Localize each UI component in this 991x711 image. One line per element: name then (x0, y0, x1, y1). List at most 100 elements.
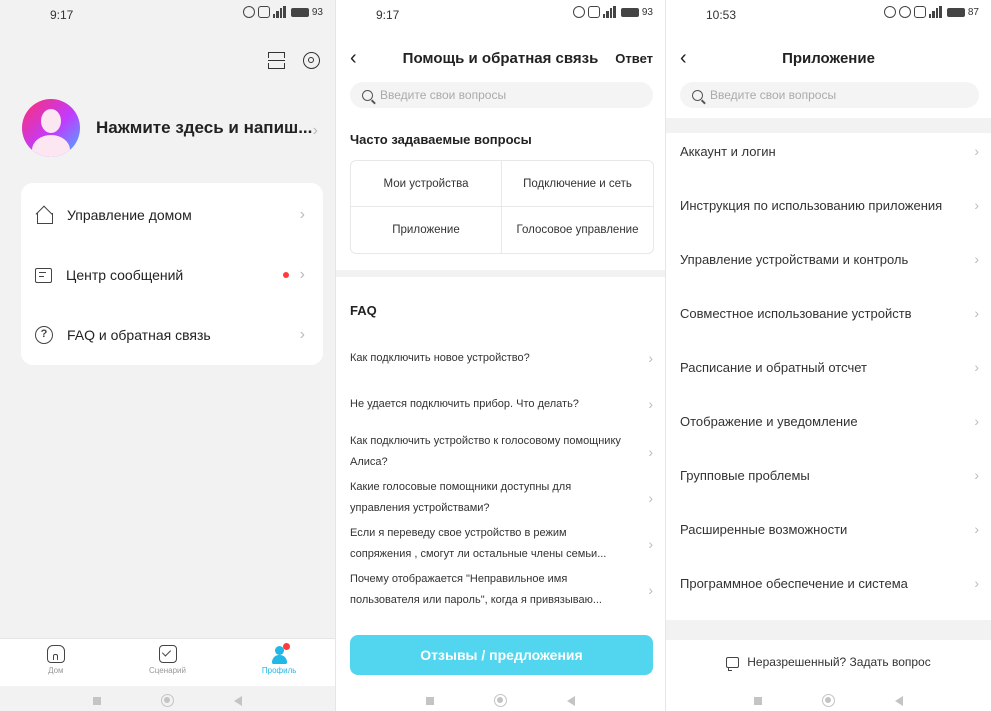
ask-question-button[interactable]: Неразрешенный? Задать вопрос (666, 648, 991, 676)
chevron-right-icon: › (299, 266, 305, 283)
battery-level: 93 (641, 6, 653, 18)
status-bar: 9:17 93 (336, 0, 665, 30)
profile-name: Нажмите здесь и напиш... (96, 118, 313, 137)
category-label: Совместное использование устройств (680, 305, 912, 321)
back-nav-icon[interactable] (895, 695, 903, 706)
list-item[interactable]: Не удается подключить прибор. Что делать… (350, 379, 653, 429)
recent-apps-icon[interactable] (426, 696, 434, 705)
category-app[interactable]: Приложение (351, 207, 502, 253)
question-text: Почему отображается "Неправильное имя по… (350, 573, 602, 606)
list-item[interactable]: Как подключить устройство к голосовому п… (350, 429, 653, 475)
tab-label: Сценарий (149, 666, 186, 675)
chevron-right-icon: › (974, 359, 979, 375)
chevron-right-icon: › (648, 349, 653, 366)
list-item[interactable]: Совместное использование устройств › (680, 286, 979, 340)
signal-icon (928, 6, 942, 18)
battery-level: 87 (967, 6, 979, 18)
chevron-right-icon: › (648, 395, 653, 412)
search-icon (362, 89, 373, 101)
recent-apps-icon[interactable] (754, 696, 762, 705)
chevron-right-icon: › (974, 197, 979, 213)
category-label: Программное обеспечение и система (680, 575, 908, 591)
list-item[interactable]: Групповые проблемы › (680, 448, 979, 502)
search-bar[interactable] (680, 82, 979, 108)
menu-item-message-center[interactable]: Центр сообщений › (21, 245, 323, 305)
chevron-right-icon: › (299, 206, 305, 223)
faq-section-title: Часто задаваемые вопросы (350, 132, 532, 147)
tab-label: Дом (48, 666, 64, 675)
list-item[interactable]: Расширенные возможности › (680, 502, 979, 556)
home-nav-icon[interactable] (494, 694, 507, 707)
list-item[interactable]: Как подключить новое устройство? › (350, 337, 653, 379)
status-icons: 87 (883, 6, 979, 18)
feedback-button[interactable]: Отзывы / предложения (350, 635, 653, 675)
category-voice-control[interactable]: Голосовое управление (502, 207, 653, 253)
headphones-icon (883, 6, 896, 18)
status-bar: 10:53 87 (666, 0, 991, 30)
tab-scenarios[interactable]: Сценарий (112, 639, 224, 686)
list-item[interactable]: Управление устройствами и контроль › (680, 232, 979, 286)
header: ‹ Приложение (666, 44, 991, 76)
search-input[interactable] (380, 88, 620, 102)
chevron-right-icon: › (648, 443, 653, 460)
list-item[interactable]: Почему отображается "Неправильное имя по… (350, 567, 653, 613)
list-item[interactable]: Инструкция по использованию приложения › (680, 178, 979, 232)
help-feedback-screen: 9:17 93 ‹ Помощь и обратная связь Ответ … (335, 0, 665, 711)
back-nav-icon[interactable] (567, 695, 575, 706)
battery-icon (620, 7, 639, 17)
category-my-devices[interactable]: Мои устройства (351, 161, 502, 207)
scan-icon[interactable] (268, 52, 285, 69)
status-time: 10:53 (706, 8, 737, 22)
category-connection-network[interactable]: Подключение и сеть (502, 161, 653, 207)
home-nav-icon[interactable] (822, 694, 835, 707)
app-faq-screen: 10:53 87 ‹ Приложение Аккаунт и логин › … (665, 0, 991, 711)
search-bar[interactable] (350, 82, 653, 108)
section-divider (666, 620, 991, 640)
avatar[interactable] (22, 99, 80, 157)
question-text: Если я переведу свое устройство в режим … (350, 527, 607, 560)
notification-icon (587, 6, 600, 18)
search-input[interactable] (710, 88, 950, 102)
menu-item-home-management[interactable]: Управление домом › (21, 185, 323, 245)
home-nav-icon[interactable] (161, 694, 174, 707)
system-nav-bar (666, 690, 991, 711)
top-actions (268, 52, 320, 69)
status-bar: 9:17 93 (0, 0, 335, 30)
chat-icon (726, 656, 740, 671)
list-item[interactable]: Программное обеспечение и система › (680, 556, 979, 610)
list-item[interactable]: Если я переведу свое устройство в режим … (350, 521, 653, 567)
status-time: 9:17 (376, 8, 400, 22)
back-nav-icon[interactable] (234, 695, 242, 706)
bottom-tab-bar: Дом Сценарий Профиль (0, 638, 335, 686)
chevron-right-icon: › (974, 413, 979, 429)
chevron-right-icon: › (648, 581, 653, 598)
list-item[interactable]: Отображение и уведомление › (680, 394, 979, 448)
alarm-icon (898, 6, 911, 18)
battery-icon (290, 7, 309, 17)
faq-question-list: Как подключить новое устройство? › Не уд… (350, 337, 653, 613)
question-text: Не удается подключить прибор. Что делать… (350, 397, 579, 410)
list-item[interactable]: Аккаунт и логин › (680, 124, 979, 178)
reply-button[interactable]: Ответ (615, 51, 653, 66)
message-icon (35, 267, 52, 283)
category-label: Расширенные возможности (680, 521, 848, 537)
tab-profile[interactable]: Профиль (223, 639, 335, 686)
list-item[interactable]: Какие голосовые помощники доступны для у… (350, 475, 653, 521)
chevron-right-icon: › (974, 521, 979, 537)
chevron-right-icon: › (974, 575, 979, 591)
menu-item-faq-feedback[interactable]: ? FAQ и обратная связь › (21, 305, 323, 365)
home-tab-icon (46, 645, 65, 663)
tab-home[interactable]: Дом (0, 639, 112, 686)
signal-icon (272, 6, 286, 18)
chevron-right-icon: › (648, 489, 653, 506)
profile-header[interactable]: Нажмите здесь и напиш... › (22, 98, 322, 158)
recent-apps-icon[interactable] (93, 696, 101, 705)
ask-question-label: Неразрешенный? Задать вопрос (747, 655, 931, 669)
question-text: Какие голосовые помощники доступны для у… (350, 481, 572, 514)
list-item[interactable]: Расписание и обратный отсчет › (680, 340, 979, 394)
gear-icon[interactable] (303, 52, 320, 69)
section-divider (336, 270, 665, 277)
category-label: Управление устройствами и контроль (680, 251, 909, 267)
chevron-right-icon: › (974, 305, 979, 321)
unread-badge (283, 272, 289, 278)
